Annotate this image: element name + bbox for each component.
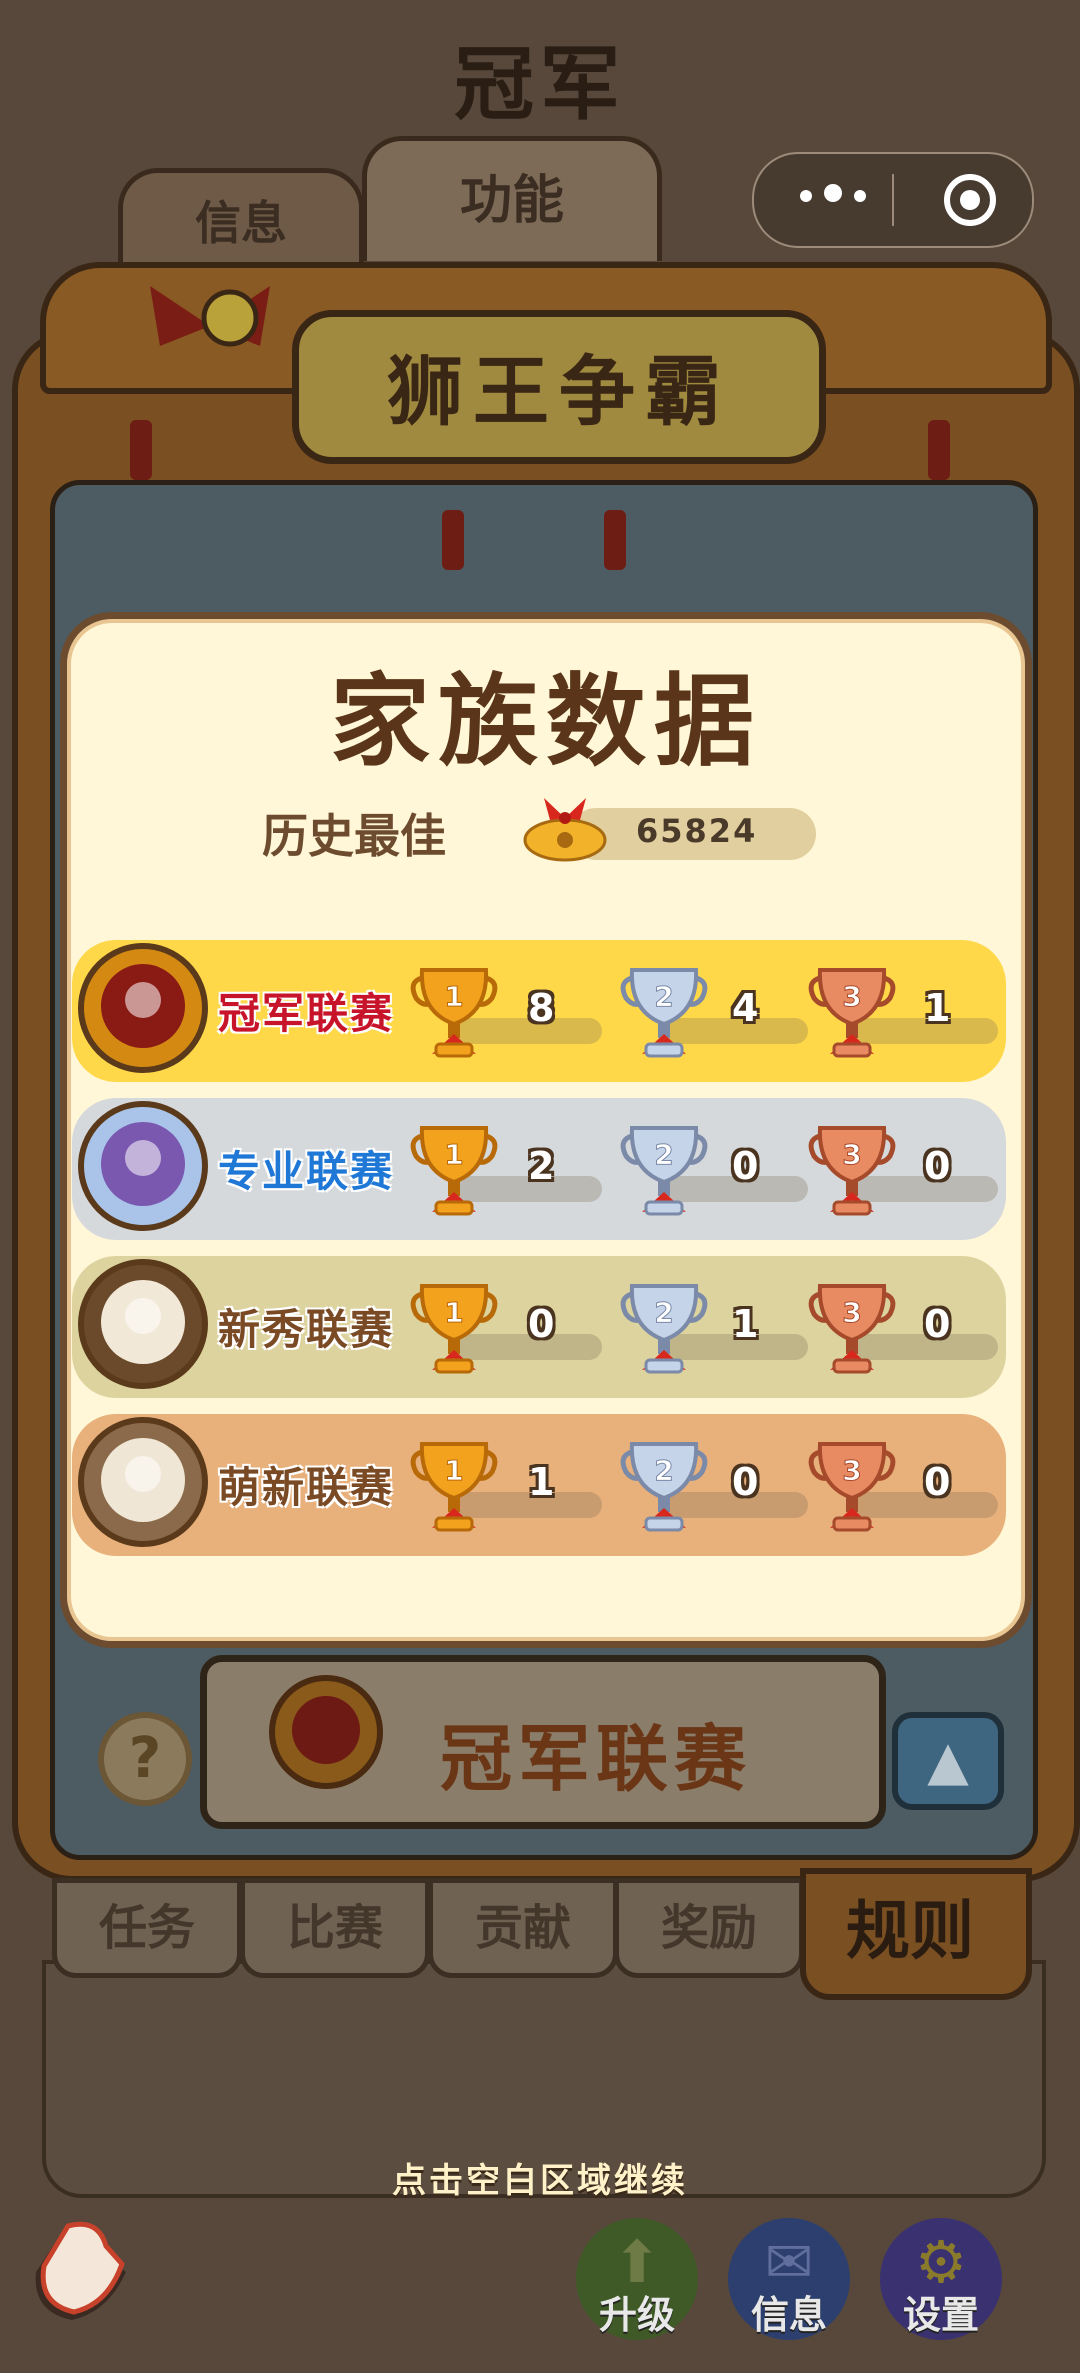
gold-trophy-count: 8 (528, 986, 555, 1030)
nav-settings-label: 设置 (902, 2293, 979, 2337)
tab-info-label: 信息 (195, 196, 287, 250)
tap-to-continue-hint: 点击空白区域继续 (392, 2161, 688, 2201)
league-row: 新秀联赛 1 0 2 1 3 0 (72, 1256, 1006, 1398)
league-name: 专业联赛 (218, 1147, 395, 1196)
capsule-divider (892, 174, 894, 226)
bronze-trophy-icon: 3 (808, 1442, 896, 1532)
league-name: 萌新联赛 (218, 1463, 395, 1512)
svg-text:2: 2 (654, 1454, 673, 1487)
nav-info-button[interactable]: ✉ 信息 (728, 2218, 850, 2340)
tab-rewards[interactable]: 奖励 (614, 1878, 804, 1978)
gold-trophy-icon: 1 (410, 1284, 498, 1374)
page-title: 冠军 (454, 38, 626, 131)
bronze-trophy-icon: 3 (808, 1284, 896, 1374)
svg-text:1: 1 (444, 980, 463, 1013)
nav-settings-button[interactable]: ⚙ 设置 (880, 2218, 1002, 2340)
back-icon[interactable] (22, 2212, 132, 2332)
silver-trophy-count: 1 (732, 1302, 759, 1346)
tab-tasks-label: 任务 (98, 1900, 195, 1956)
svg-text:1: 1 (444, 1138, 463, 1171)
tab-contribution-label: 贡献 (474, 1900, 571, 1956)
gold-trophy-icon: 1 (410, 968, 498, 1058)
bronze-trophy-count: 1 (924, 986, 951, 1030)
up-arrow-icon: ▲ (927, 1729, 969, 1792)
svg-text:2: 2 (654, 1138, 673, 1171)
tab-rewards-label: 奖励 (660, 1900, 757, 1956)
league-name: 冠军联赛 (218, 989, 395, 1038)
current-league-label: 冠军联赛 (440, 1717, 753, 1801)
best-record-value: 65824 (636, 812, 758, 850)
gold-trophy-count: 1 (528, 1460, 555, 1504)
league-row: 萌新联赛 1 1 2 0 3 0 (72, 1414, 1006, 1556)
silver-trophy-icon: 2 (620, 968, 708, 1058)
bell-icon (523, 798, 607, 862)
gold-trophy-icon: 1 (410, 1442, 498, 1532)
league-row: 专业联赛 1 2 2 0 3 0 (72, 1098, 1006, 1240)
bronze-trophy-count: 0 (924, 1302, 951, 1346)
gold-trophy-count: 0 (528, 1302, 555, 1346)
best-record-label: 历史最佳 (262, 809, 446, 863)
svg-text:3: 3 (842, 1296, 861, 1329)
silver-trophy-count: 0 (732, 1460, 759, 1504)
nav-upgrade-button[interactable]: ⬆ 升级 (576, 2218, 698, 2340)
tab-info[interactable]: 信息 (118, 168, 364, 269)
nav-upgrade-label: 升级 (598, 2293, 675, 2337)
close-target-icon[interactable] (944, 174, 996, 226)
svg-text:3: 3 (842, 1454, 861, 1487)
league-badge-icon (269, 1675, 383, 1789)
popup-title: 家族数据 (330, 663, 762, 780)
league-badge-icon (78, 943, 208, 1073)
tab-function-label: 功能 (459, 171, 564, 231)
svg-text:1: 1 (444, 1296, 463, 1329)
svg-text:3: 3 (842, 1138, 861, 1171)
svg-text:2: 2 (654, 980, 673, 1013)
more-icon[interactable] (794, 184, 874, 214)
league-badge-icon (78, 1259, 208, 1389)
tab-function[interactable]: 功能 (362, 136, 662, 261)
tassel-decoration (928, 420, 950, 480)
silver-trophy-icon: 2 (620, 1126, 708, 1216)
bow-bell-icon (150, 286, 270, 347)
svg-text:3: 3 (842, 980, 861, 1013)
silver-trophy-icon: 2 (620, 1442, 708, 1532)
league-name: 新秀联赛 (218, 1305, 395, 1354)
tab-rules-label: 规则 (846, 1895, 974, 1969)
tab-tasks[interactable]: 任务 (52, 1878, 242, 1978)
help-button[interactable]: ? (98, 1712, 192, 1806)
league-row: 冠军联赛 1 8 2 4 3 1 (72, 940, 1006, 1082)
tassel-decoration (442, 510, 464, 570)
silver-trophy-icon: 2 (620, 1284, 708, 1374)
tassel-decoration (604, 510, 626, 570)
tassel-decoration (130, 420, 152, 480)
bronze-trophy-icon: 3 (808, 1126, 896, 1216)
league-badge-icon (78, 1417, 208, 1547)
league-badge-icon (78, 1101, 208, 1231)
svg-text:2: 2 (654, 1296, 673, 1329)
svg-text:1: 1 (444, 1454, 463, 1487)
bronze-trophy-count: 0 (924, 1144, 951, 1188)
tab-matches-label: 比赛 (286, 1900, 383, 1956)
banner-title: 狮王争霸 (387, 347, 731, 436)
silver-trophy-count: 0 (732, 1144, 759, 1188)
mini-program-capsule (752, 152, 1034, 248)
gold-trophy-count: 2 (528, 1144, 555, 1188)
gold-trophy-icon: 1 (410, 1126, 498, 1216)
bronze-trophy-count: 0 (924, 1460, 951, 1504)
silver-trophy-count: 4 (732, 986, 759, 1030)
bronze-trophy-icon: 3 (808, 968, 896, 1058)
tab-contribution[interactable]: 贡献 (428, 1878, 618, 1978)
upgrade-arrow-button[interactable]: ▲ (892, 1712, 1004, 1810)
nav-info-label: 信息 (750, 2293, 827, 2337)
tab-matches[interactable]: 比赛 (240, 1878, 430, 1978)
